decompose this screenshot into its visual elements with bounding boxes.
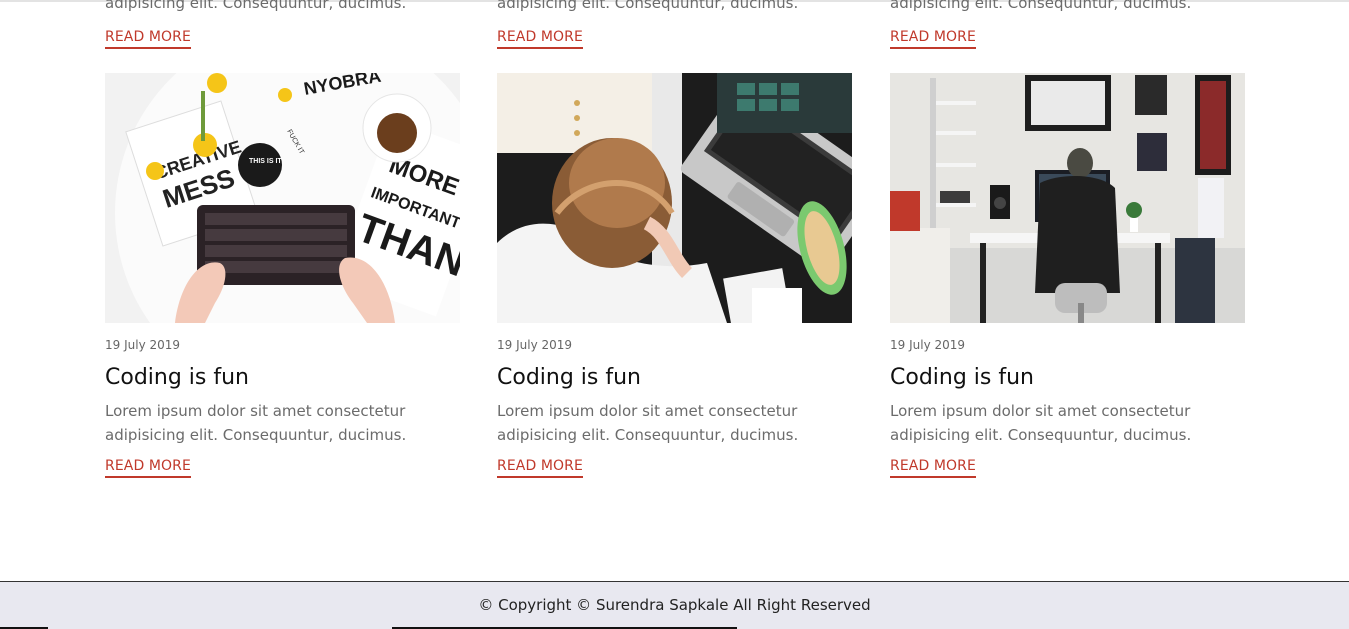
card-excerpt: adipisicing elit. Consequuntur, ducimus. xyxy=(497,0,799,12)
card-title[interactable]: Coding is fun xyxy=(497,363,852,393)
card-date: 19 July 2019 xyxy=(497,338,573,352)
sticker-text: THIS IS IT xyxy=(249,158,282,165)
blog-card: CREATIVE MESS THIS IS IT MORE IMPORTANT … xyxy=(105,73,460,478)
creative-desk-illustration: CREATIVE MESS THIS IS IT MORE IMPORTANT … xyxy=(105,73,460,323)
card-excerpt: Lorem ipsum dolor sit amet consectetur a… xyxy=(497,399,852,447)
card-image-creative-desk[interactable]: CREATIVE MESS THIS IS IT MORE IMPORTANT … xyxy=(105,73,460,323)
read-more-link[interactable]: READ MORE xyxy=(497,457,583,478)
copyright-text: © Copyright © Surendra Sapkale All Right… xyxy=(478,596,871,614)
blog-card: 19 July 2019 Coding is fun Lorem ipsum d… xyxy=(890,73,1245,478)
site-footer: © Copyright © Surendra Sapkale All Right… xyxy=(0,581,1349,629)
card-image-stressed-woman[interactable] xyxy=(497,73,852,323)
card-date: 19 July 2019 xyxy=(105,338,181,352)
card-excerpt-line: adipisicing elit. Consequuntur, ducimus. xyxy=(497,426,799,444)
card-excerpt-line: adipisicing elit. Consequuntur, ducimus. xyxy=(105,426,407,444)
card-image-home-office[interactable] xyxy=(890,73,1245,323)
card-excerpt-line: adipisicing elit. Consequuntur, ducimus. xyxy=(890,426,1192,444)
read-more-link[interactable]: READ MORE xyxy=(497,28,583,49)
stressed-woman-illustration xyxy=(497,73,852,323)
card-title[interactable]: Coding is fun xyxy=(105,363,460,393)
card-excerpt: adipisicing elit. Consequuntur, ducimus. xyxy=(105,0,407,12)
card-excerpt: adipisicing elit. Consequuntur, ducimus. xyxy=(890,0,1192,12)
card-excerpt: Lorem ipsum dolor sit amet consectetur a… xyxy=(105,399,460,447)
read-more-link[interactable]: READ MORE xyxy=(890,28,976,49)
blog-page: adipisicing elit. Consequuntur, ducimus.… xyxy=(0,0,1349,629)
blog-card-row: CREATIVE MESS THIS IS IT MORE IMPORTANT … xyxy=(0,73,1349,493)
read-more-link[interactable]: READ MORE xyxy=(105,28,191,49)
previous-card-row: adipisicing elit. Consequuntur, ducimus.… xyxy=(0,0,1349,60)
read-more-link[interactable]: READ MORE xyxy=(105,457,191,478)
card-excerpt-line: Lorem ipsum dolor sit amet consectetur xyxy=(497,402,798,420)
card-excerpt-line: Lorem ipsum dolor sit amet consectetur xyxy=(890,402,1191,420)
card-date: 19 July 2019 xyxy=(890,338,966,352)
card-title[interactable]: Coding is fun xyxy=(890,363,1245,393)
card-excerpt-line: Lorem ipsum dolor sit amet consectetur xyxy=(105,402,406,420)
home-office-illustration xyxy=(890,73,1245,323)
blog-card: 19 July 2019 Coding is fun Lorem ipsum d… xyxy=(497,73,852,478)
read-more-link[interactable]: READ MORE xyxy=(890,457,976,478)
card-excerpt: Lorem ipsum dolor sit amet consectetur a… xyxy=(890,399,1245,447)
